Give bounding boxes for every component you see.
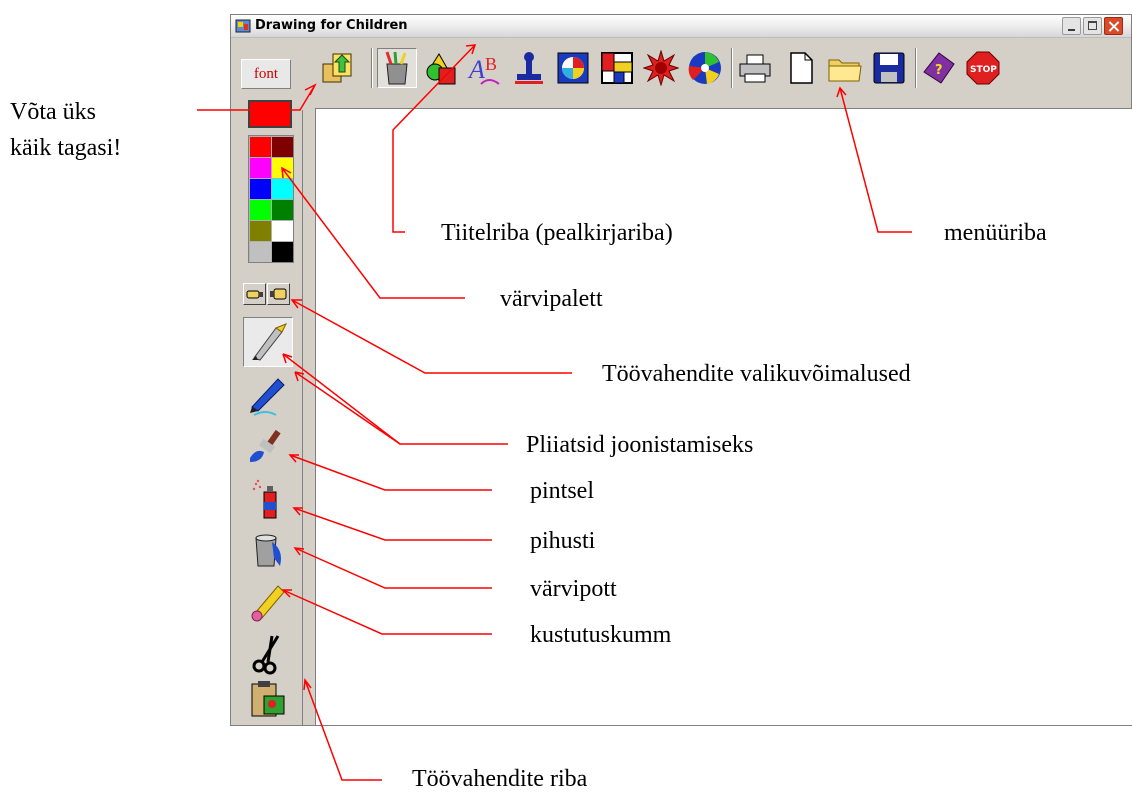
annotation-menubar: menüüriba bbox=[944, 220, 1047, 246]
drawing-tools-button[interactable] bbox=[377, 48, 417, 88]
svg-text:B: B bbox=[485, 54, 497, 74]
font-button[interactable]: font bbox=[241, 59, 291, 89]
annotation-palette: värvipalett bbox=[500, 286, 603, 312]
palette-color[interactable] bbox=[250, 137, 271, 157]
eraser-tool[interactable] bbox=[243, 577, 293, 627]
text-button[interactable]: A B bbox=[465, 48, 505, 88]
pen-tool[interactable] bbox=[243, 370, 293, 420]
annotation-bucket: värvipott bbox=[530, 576, 617, 602]
palette-color[interactable] bbox=[272, 158, 293, 178]
picture-button[interactable] bbox=[553, 48, 593, 88]
spray-icon bbox=[252, 479, 277, 519]
close-button[interactable] bbox=[1104, 17, 1123, 35]
annotation-eraser: kustutuskumm bbox=[530, 622, 672, 648]
undo-button[interactable] bbox=[317, 48, 357, 88]
annotation-undo-line2: käik tagasi! bbox=[10, 135, 122, 161]
annotation-options: Töövahendite valikuvõimalused bbox=[602, 361, 911, 387]
annotation-toolbar: Töövahendite riba bbox=[412, 766, 588, 792]
stamp-button[interactable] bbox=[509, 48, 549, 88]
save-button[interactable] bbox=[869, 48, 909, 88]
menu-toolbar: A B ? STOP bbox=[231, 38, 1131, 98]
svg-text:STOP: STOP bbox=[970, 65, 997, 75]
new-file-button[interactable] bbox=[781, 48, 821, 88]
title-bar[interactable]: Drawing for Children bbox=[231, 15, 1131, 38]
brush-tool[interactable] bbox=[243, 423, 293, 473]
palette-color[interactable] bbox=[250, 200, 271, 220]
spray-tool[interactable] bbox=[243, 475, 293, 525]
palette-color[interactable] bbox=[272, 200, 293, 220]
maximize-button[interactable] bbox=[1083, 17, 1102, 35]
open-file-button[interactable] bbox=[825, 48, 865, 88]
help-book-icon: ? bbox=[923, 52, 955, 84]
svg-text:?: ? bbox=[935, 63, 943, 78]
palette-color[interactable] bbox=[250, 158, 271, 178]
save-icon bbox=[873, 52, 905, 84]
window-title: Drawing for Children bbox=[255, 18, 408, 33]
scissors-icon bbox=[252, 635, 280, 675]
pencil-icon bbox=[252, 323, 288, 361]
paint-bucket-tool[interactable] bbox=[243, 525, 293, 575]
swirl-icon bbox=[688, 52, 721, 84]
picture-icon bbox=[557, 52, 589, 84]
annotation-undo-line1: Võta üks bbox=[10, 99, 96, 125]
open-folder-icon bbox=[828, 59, 862, 82]
printer-icon bbox=[739, 54, 771, 83]
stamp-icon bbox=[515, 52, 543, 84]
print-button[interactable] bbox=[735, 48, 775, 88]
stop-icon: STOP bbox=[966, 51, 1000, 85]
scissors-tool[interactable] bbox=[243, 629, 293, 679]
tool-option-right-button[interactable] bbox=[267, 283, 290, 305]
clipboard-icon bbox=[251, 681, 285, 717]
tool-option-left-button[interactable] bbox=[243, 283, 266, 305]
shapes-button[interactable] bbox=[421, 48, 461, 88]
sidebar-divider bbox=[302, 110, 303, 725]
palette-color[interactable] bbox=[272, 137, 293, 157]
color-palette bbox=[248, 135, 294, 263]
palette-color[interactable] bbox=[272, 179, 293, 199]
app-icon bbox=[235, 19, 251, 33]
annotation-spray: pihusti bbox=[530, 528, 596, 554]
annotation-pencils: Pliiatsid joonistamiseks bbox=[526, 432, 754, 458]
drawing-tools-icon bbox=[385, 51, 408, 85]
drawing-canvas[interactable] bbox=[315, 108, 1132, 725]
pencil-tool[interactable] bbox=[243, 317, 293, 367]
palette-color[interactable] bbox=[250, 242, 271, 262]
palette-color[interactable] bbox=[250, 221, 271, 241]
paint-bucket-icon bbox=[255, 534, 281, 567]
palette-color[interactable] bbox=[250, 179, 271, 199]
mosaic-icon bbox=[601, 52, 633, 84]
text-icon: A B bbox=[467, 54, 500, 85]
pen-icon bbox=[250, 378, 285, 416]
hand-right-icon bbox=[270, 288, 287, 300]
hand-left-icon bbox=[246, 290, 263, 299]
current-color-swatch bbox=[248, 100, 292, 128]
annotation-undo: Võta üks käik tagasi! bbox=[10, 94, 121, 166]
shapes-icon bbox=[426, 53, 456, 85]
svg-text:A: A bbox=[467, 55, 485, 84]
new-file-icon bbox=[790, 52, 813, 84]
minimize-button[interactable] bbox=[1062, 17, 1081, 35]
annotation-brush: pintsel bbox=[530, 478, 594, 504]
palette-color[interactable] bbox=[272, 242, 293, 262]
burst-button[interactable] bbox=[641, 48, 681, 88]
burst-icon bbox=[643, 50, 679, 86]
undo-icon bbox=[322, 53, 352, 83]
eraser-icon bbox=[251, 585, 285, 622]
help-button[interactable]: ? bbox=[919, 48, 959, 88]
annotation-titlebar: Tiitelriba (pealkirjariba) bbox=[441, 220, 673, 246]
palette-color[interactable] bbox=[272, 221, 293, 241]
swirl-button[interactable] bbox=[685, 48, 725, 88]
mosaic-button[interactable] bbox=[597, 48, 637, 88]
stop-button[interactable]: STOP bbox=[963, 48, 1003, 88]
clipboard-tool[interactable] bbox=[243, 675, 293, 725]
brush-icon bbox=[250, 429, 281, 462]
